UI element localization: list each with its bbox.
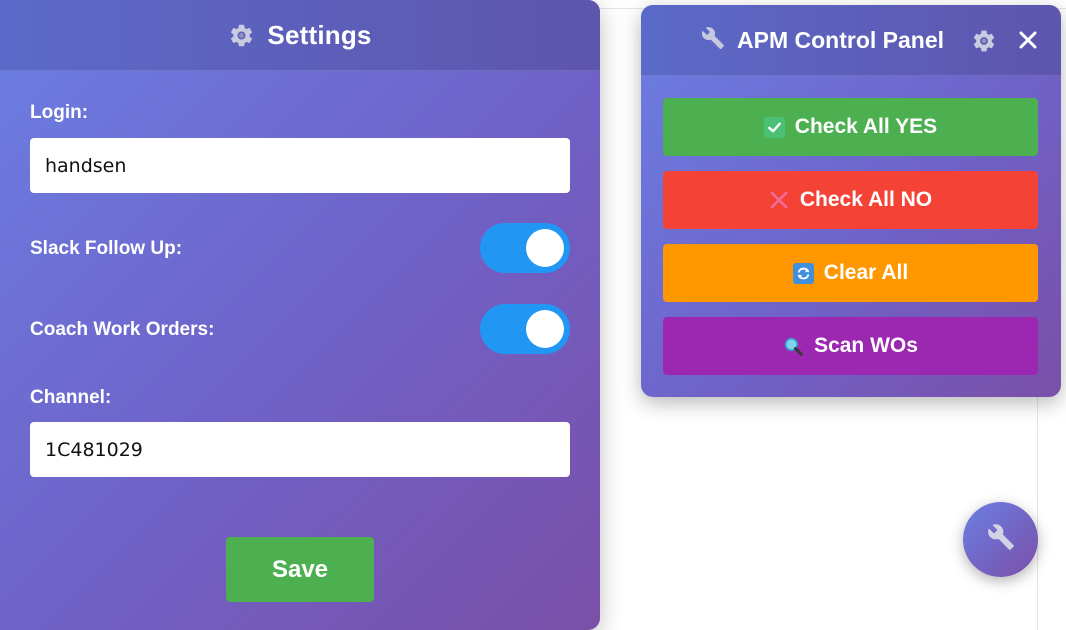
- scan-wos-button[interactable]: Scan WOs: [663, 317, 1038, 375]
- settings-panel: Settings Login: Slack Follow Up: Coach W…: [0, 0, 600, 630]
- check-mark-icon: [763, 116, 785, 138]
- toggle-knob: [526, 229, 564, 267]
- slack-follow-up-label: Slack Follow Up:: [30, 238, 183, 259]
- slack-follow-up-toggle[interactable]: [480, 223, 570, 273]
- login-label: Login:: [30, 102, 89, 123]
- wrench-icon: [987, 523, 1015, 556]
- gear-icon[interactable]: [971, 28, 997, 59]
- apm-title: APM Control Panel: [737, 26, 945, 53]
- scan-wos-label: Scan WOs: [814, 334, 918, 357]
- settings-header: Settings: [0, 0, 600, 71]
- wrench-icon: [701, 26, 725, 55]
- channel-label: Channel:: [30, 387, 112, 408]
- page: Settings Login: Slack Follow Up: Coach W…: [0, 0, 1066, 630]
- login-input[interactable]: [30, 138, 570, 193]
- close-icon[interactable]: [1013, 23, 1043, 57]
- clear-all-button[interactable]: Clear All: [663, 244, 1038, 302]
- check-all-yes-label: Check All YES: [794, 115, 938, 138]
- floating-wrench-button[interactable]: [963, 502, 1038, 577]
- check-all-no-label: Check All NO: [799, 188, 933, 211]
- coach-work-orders-toggle[interactable]: [480, 304, 570, 354]
- channel-input[interactable]: [30, 422, 570, 477]
- cross-mark-icon: [769, 190, 790, 211]
- refresh-icon: [792, 262, 814, 284]
- check-all-no-button[interactable]: Check All NO: [663, 171, 1038, 229]
- clear-all-label: Clear All: [823, 261, 909, 284]
- magnifier-icon: [783, 336, 804, 357]
- gear-icon: [228, 22, 255, 49]
- apm-title-wrap: APM Control Panel: [701, 5, 944, 75]
- settings-title: Settings: [267, 19, 372, 50]
- coach-work-orders-label: Coach Work Orders:: [30, 319, 215, 340]
- toggle-knob: [526, 310, 564, 348]
- check-all-yes-button[interactable]: Check All YES: [663, 98, 1038, 156]
- apm-header: APM Control Panel: [641, 5, 1061, 76]
- save-button[interactable]: Save: [226, 537, 374, 602]
- apm-control-panel: APM Control Panel Check All YES Check Al…: [641, 5, 1061, 397]
